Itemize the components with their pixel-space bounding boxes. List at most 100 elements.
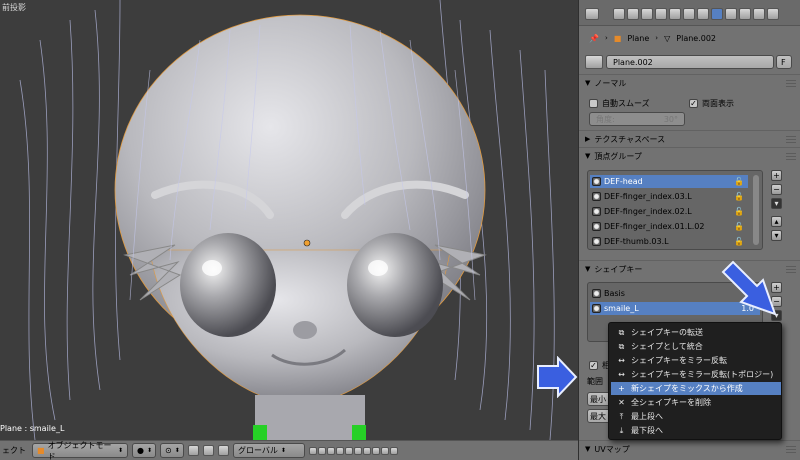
translate-toggle[interactable] [203,445,214,456]
relative-checkbox[interactable]: ✓ 相 [589,360,610,371]
fake-user-button[interactable]: F [776,55,792,69]
lock-icon[interactable]: 🔓 [734,222,744,231]
layer-button[interactable] [354,446,362,455]
shading-selector[interactable]: ● ⬍ [132,443,156,458]
datablock-name-field[interactable]: Plane.002 [606,55,774,69]
datablock-name-text: Plane.002 [613,57,653,67]
manipulator-toggle[interactable] [188,445,199,456]
vertex-group-list[interactable]: DEF-head 🔓 DEF-finger_index.03.L 🔓 DEF-f… [587,170,763,250]
menu-item-move-to-top[interactable]: ⤒ 最上段へ [611,410,781,423]
scene-tab-icon[interactable] [641,8,653,20]
uv-maps-panel-header[interactable]: ▼ UVマップ [585,442,790,456]
normals-options: 自動スムーズ ✓ 両面表示 [579,96,800,110]
menu-item-label: シェイプキーをミラー反転 [631,356,727,365]
vertex-groups-panel-header[interactable]: ▼ 頂点グループ [585,149,790,163]
list-item[interactable]: DEF-finger_index.01.L.02 🔓 [590,220,748,233]
move-down-button[interactable]: ▾ [771,230,782,241]
normals-panel-header[interactable]: ▼ ノーマル [585,76,790,90]
angle-value: 30° [663,114,678,124]
layers-tab-icon[interactable] [627,8,639,20]
texture-space-panel-header[interactable]: ▶ テクスチャスペース [585,132,790,146]
panel-grip-icon[interactable] [786,135,796,143]
menu-item-move-to-bottom[interactable]: ⤓ 最下段へ [611,424,781,437]
layer-buttons[interactable] [309,446,398,455]
uv-maps-title: UVマップ [594,444,630,454]
mode-selector[interactable]: ■ オブジェクトモード ⬍ [32,440,128,460]
layer-button[interactable] [345,446,353,455]
breadcrumb-mesh: Plane.002 [676,33,717,43]
lock-icon[interactable]: 🔓 [734,192,744,201]
texture-tab-icon[interactable] [739,8,751,20]
list-item[interactable]: DEF-finger_index.02.L 🔓 [590,205,748,218]
collapse-triangle-icon: ▼ [585,265,591,273]
list-item[interactable]: DEF-thumb.03.L 🔓 [590,235,748,248]
modifiers-tab-icon[interactable] [697,8,709,20]
layer-button[interactable] [381,446,389,455]
panel-grip-icon[interactable] [786,79,796,87]
vertex-group-icon [592,192,601,201]
divider [579,147,800,148]
rotate-toggle[interactable] [218,445,229,456]
material-tab-icon[interactable] [725,8,737,20]
shape-key-specials-menu: ⧉ シェイプキーの転送 ⧉ シェイプとして統合 ↔ シェイプキーをミラー反転 ↔… [608,322,782,440]
3d-viewport[interactable]: 前投影 Plane : smaile_L ェクト ■ オブジェクトモード ⬍ ●… [0,0,578,460]
mode-label: オブジェクトモード [47,440,112,460]
breadcrumb-object: Plane [627,33,650,43]
lock-icon[interactable]: 🔓 [734,237,744,246]
menu-item-mirror-shape-key-topology[interactable]: ↔ シェイプキーをミラー反転(トポロジー) [611,368,781,381]
layer-button[interactable] [327,446,335,455]
list-scrollbar[interactable] [753,175,759,245]
object-tab-icon[interactable] [669,8,681,20]
layer-button[interactable] [390,446,398,455]
editor-type-icon[interactable] [585,8,599,20]
expand-triangle-icon: ▶ [585,135,591,143]
list-item[interactable]: DEF-finger_index.03.L 🔓 [590,190,748,203]
remove-vertex-group-button[interactable]: − [771,184,782,195]
checkbox-icon [589,98,598,108]
data-tab-icon[interactable] [711,8,723,20]
menu-item-label: 最上段へ [631,412,663,421]
particles-tab-icon[interactable] [753,8,765,20]
view-name-label: 前投影 [2,3,26,12]
angle-field[interactable]: 角度: 30° [589,112,685,126]
world-tab-icon[interactable] [655,8,667,20]
double-sided-checkbox[interactable]: ✓ 両面表示 [689,98,734,109]
menu-item-label: 全シェイプキーを削除 [631,398,711,407]
pivot-selector[interactable]: ⊙ ⬍ [160,443,184,458]
menu-item-mirror-shape-key[interactable]: ↔ シェイプキーをミラー反転 [611,354,781,367]
menu-item-transfer-shape[interactable]: ⧉ シェイプキーの転送 [611,326,781,339]
move-up-button[interactable]: ▴ [771,216,782,227]
orientation-selector[interactable]: グローバル ⬍ [233,443,305,458]
physics-tab-icon[interactable] [767,8,779,20]
lock-icon[interactable]: 🔓 [734,207,744,216]
constraints-tab-icon[interactable] [683,8,695,20]
editor-menu-label[interactable]: ェクト [2,445,26,456]
layer-button[interactable] [318,446,326,455]
viewport-header: ェクト ■ オブジェクトモード ⬍ ● ⬍ ⊙ ⬍ グローバル ⬍ [0,440,578,460]
auto-smooth-checkbox[interactable]: 自動スムーズ [589,98,650,109]
collapse-triangle-icon: ▼ [585,445,591,453]
panel-grip-icon[interactable] [786,265,796,273]
layer-button[interactable] [336,446,344,455]
menu-item-label: シェイプキーをミラー反転(トポロジー) [631,370,774,379]
panel-grip-icon[interactable] [786,445,796,453]
lock-icon[interactable]: 🔓 [734,177,744,186]
render-tab-icon[interactable] [613,8,625,20]
add-vertex-group-button[interactable]: + [771,170,782,181]
menu-item-new-shape-from-mix[interactable]: + 新シェイプをミックスから作成 [611,382,781,395]
menu-item-delete-all-shapes[interactable]: ✕ 全シェイプキーを削除 [611,396,781,409]
specials-menu-button[interactable]: ▾ [771,198,782,209]
pin-icon[interactable]: 📌 [589,34,599,43]
panel-grip-icon[interactable] [786,152,796,160]
mesh-browse-icon[interactable] [585,55,603,69]
layer-button[interactable] [309,446,317,455]
vertex-group-icon [592,207,601,216]
menu-item-join-as-shapes[interactable]: ⧉ シェイプとして統合 [611,340,781,353]
layer-button[interactable] [363,446,371,455]
menu-item-label: 最下段へ [631,426,663,435]
layer-button[interactable] [372,446,380,455]
list-item[interactable]: DEF-head 🔓 [590,175,748,188]
menu-item-label: 新シェイプをミックスから作成 [631,384,743,393]
texture-space-title: テクスチャスペース [594,134,666,144]
shape-key-name: smaile_L [604,304,639,313]
